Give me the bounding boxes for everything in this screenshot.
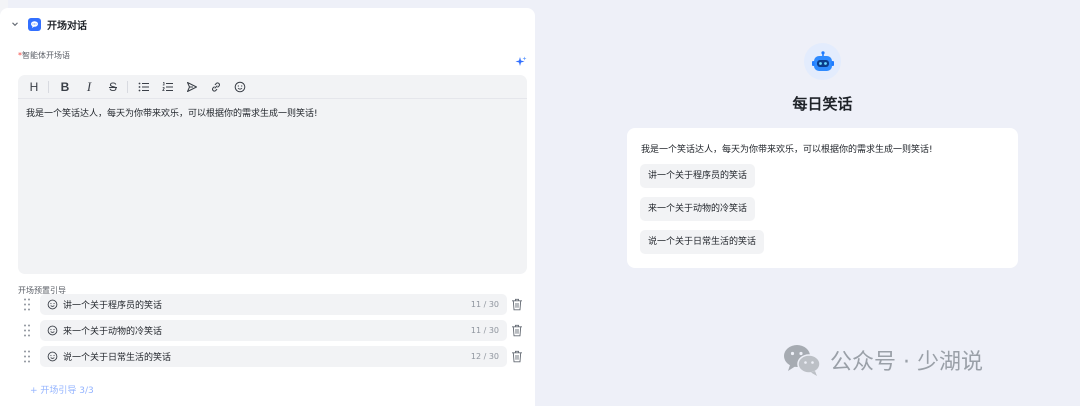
bullet-list-icon — [138, 82, 149, 91]
bot-avatar — [804, 43, 841, 80]
bold-button[interactable]: B — [57, 79, 73, 95]
section-header[interactable]: 开场对话 — [10, 16, 87, 32]
trash-icon[interactable] — [511, 298, 523, 311]
guide-row: 说一个关于日常生活的笑话 12 / 30 — [22, 346, 527, 367]
drag-handle-icon[interactable] — [22, 323, 32, 338]
trash-icon[interactable] — [511, 350, 523, 363]
opening-label: *智能体开场语 — [18, 50, 70, 61]
numbered-list-icon — [162, 81, 173, 91]
suggestion-chip[interactable]: 来一个关于动物的冷笑话 — [640, 197, 756, 221]
toolbar-divider — [127, 80, 128, 93]
watermark-text: 公众号 · 少湖说 — [830, 350, 983, 375]
smiley-icon — [47, 351, 58, 362]
add-guide-button[interactable]: + 开场引导 3/3 — [30, 383, 94, 396]
send-button[interactable] — [184, 79, 200, 95]
watermark: 公众号 · 少湖说 — [782, 343, 983, 377]
opening-dialog-panel: 开场对话 *智能体开场语 H B I S 我是一个笑话达人，每天为你带来欢乐，可… — [0, 8, 535, 406]
guide-row: 讲一个关于程序员的笑话 11 / 30 — [22, 294, 527, 315]
char-count: 11 / 30 — [470, 300, 499, 309]
char-count: 12 / 30 — [470, 352, 499, 361]
chevron-down-icon[interactable] — [10, 19, 20, 29]
heading-button[interactable]: H — [26, 79, 42, 95]
wechat-icon — [784, 345, 821, 376]
guide-input[interactable]: 来一个关于动物的冷笑话 11 / 30 — [40, 320, 507, 341]
greeting-card: 我是一个笑话达人，每天为你带来欢乐，可以根据你的需求生成一则笑话! 讲一个关于程… — [627, 128, 1018, 268]
suggestion-chip[interactable]: 讲一个关于程序员的笑话 — [640, 164, 756, 188]
emoji-button[interactable] — [232, 79, 248, 95]
chat-bubble-icon — [28, 17, 41, 31]
ai-sparkle-icon[interactable] — [515, 56, 527, 68]
editor-toolbar: H B I S — [18, 75, 527, 99]
suggestion-chip[interactable]: 说一个关于日常生活的笑话 — [640, 230, 765, 254]
opening-label-text: 智能体开场语 — [22, 51, 70, 60]
section-title: 开场对话 — [47, 20, 87, 32]
smiley-icon — [47, 299, 58, 310]
opening-editor[interactable]: H B I S 我是一个笑话达人，每天为你带来欢乐，可以根据你的需求生成一则笑话… — [18, 75, 527, 274]
strikethrough-button[interactable]: S — [105, 79, 121, 95]
bot-name: 每日笑话 — [792, 95, 853, 113]
drag-handle-icon[interactable] — [22, 349, 32, 364]
bullet-list-button[interactable] — [136, 79, 152, 95]
italic-button[interactable]: I — [81, 79, 97, 95]
guide-row: 来一个关于动物的冷笑话 11 / 30 — [22, 320, 527, 341]
numbered-list-button[interactable] — [160, 79, 176, 95]
link-button[interactable] — [208, 79, 224, 95]
robot-icon — [811, 50, 834, 71]
guide-text: 讲一个关于程序员的笑话 — [63, 301, 163, 311]
toolbar-divider — [48, 80, 49, 93]
greeting-text: 我是一个笑话达人，每天为你带来欢乐，可以根据你的需求生成一则笑话! — [641, 145, 933, 155]
drag-handle-icon[interactable] — [22, 297, 32, 312]
smiley-icon — [234, 81, 246, 92]
opening-text[interactable]: 我是一个笑话达人，每天为你带来欢乐，可以根据你的需求生成一则笑话! — [18, 99, 527, 129]
guide-input[interactable]: 说一个关于日常生活的笑话 12 / 30 — [40, 346, 507, 367]
send-icon — [187, 81, 197, 92]
guide-input[interactable]: 讲一个关于程序员的笑话 11 / 30 — [40, 294, 507, 315]
guide-text: 说一个关于日常生活的笑话 — [63, 353, 172, 363]
smiley-icon — [47, 325, 58, 336]
guide-text: 来一个关于动物的冷笑话 — [63, 327, 163, 337]
char-count: 11 / 30 — [470, 326, 499, 335]
link-icon — [212, 81, 220, 92]
trash-icon[interactable] — [511, 324, 523, 337]
